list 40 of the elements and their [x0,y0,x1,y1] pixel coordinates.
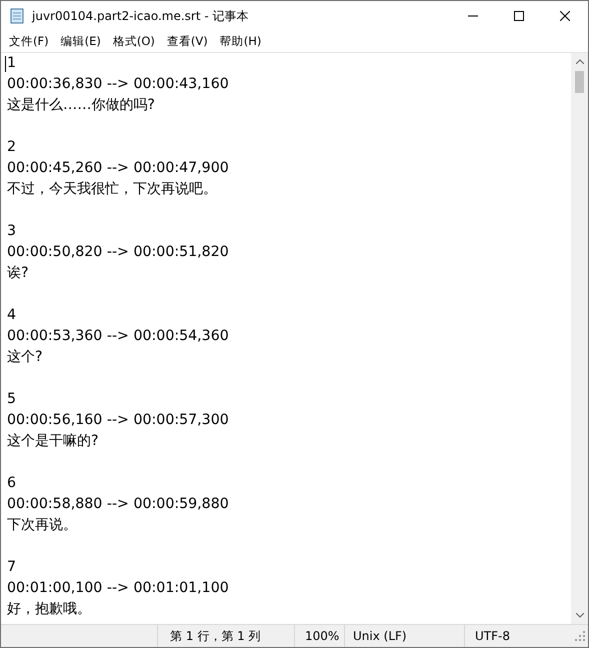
text-line: 3 [7,223,16,239]
menu-item[interactable]: 帮助(H) [214,32,268,52]
scrollbar-thumb[interactable] [575,71,584,93]
text-line: 00:01:00,100 --> 00:01:01,100 [7,580,229,596]
text-line: 6 [7,475,16,491]
text-line: 不过，今天我很忙，下次再说吧。 [7,181,217,197]
text-line: 00:00:50,820 --> 00:00:51,820 [7,244,229,260]
text-line: 4 [7,307,16,323]
text-line: 00:00:53,360 --> 00:00:54,360 [7,328,229,344]
text-line: 00:00:58,880 --> 00:00:59,880 [7,496,229,512]
menu-item[interactable]: 文件(F) [3,32,55,52]
notepad-icon [9,8,25,24]
text-line: 00:00:36,830 --> 00:00:43,160 [7,76,229,92]
text-line: 好，抱歉哦。 [7,601,91,617]
menu-item[interactable]: 编辑(E) [54,32,107,52]
text-line: 7 [7,559,16,575]
zoom-level: 100% [294,625,344,647]
text-line: 00:00:45,260 --> 00:00:47,900 [7,160,229,176]
encoding: UTF-8 [464,625,564,647]
text-line: 这是什么……你做的吗? [7,97,155,113]
menu-item[interactable]: 查看(V) [160,32,214,52]
text-cursor [5,56,6,72]
resize-grip-icon[interactable] [575,631,585,641]
text-line: 诶? [7,265,29,281]
menu-item[interactable]: 格式(O) [106,32,161,52]
window-title: juvr00104.part2-icao.me.srt - 记事本 [32,8,250,24]
text-line: 1 [7,55,16,71]
text-line: 下次再说。 [7,517,77,533]
text-line: 这个是干嘛的? [7,433,99,449]
text-line: 5 [7,391,16,407]
maximize-icon [514,11,524,21]
cursor-position: 第 1 行，第 1 列 [157,625,294,647]
close-icon [560,11,570,21]
scroll-up-icon[interactable] [576,59,584,64]
scroll-down-icon[interactable] [576,613,584,618]
text-line: 2 [7,139,16,155]
scrollbar[interactable] [571,53,588,624]
line-ending: Unix (LF) [344,625,464,647]
text-line: 00:00:56,160 --> 00:00:57,300 [7,412,229,428]
text-line: 这个? [7,349,43,365]
